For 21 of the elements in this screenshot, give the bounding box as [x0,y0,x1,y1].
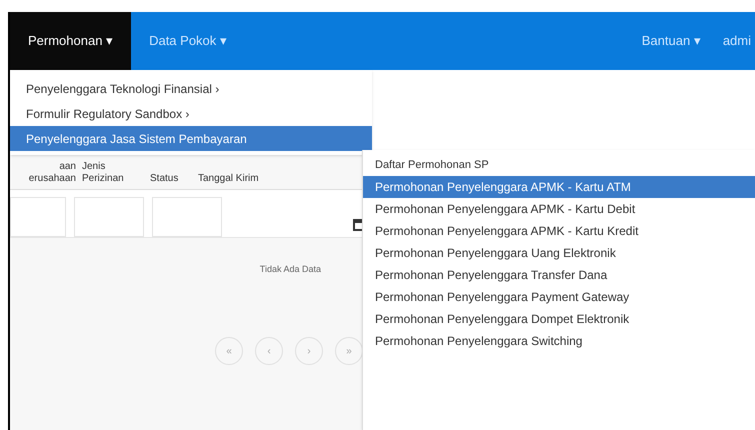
submenu-item[interactable]: Permohonan Penyelenggara Switching [363,330,755,352]
submenu-item[interactable]: Permohonan Penyelenggara APMK - Kartu Kredit [363,220,755,242]
column-header: Status [150,173,180,185]
nav-menu-item[interactable]: Permohonan ▾ [10,12,132,70]
column-header: aan erusahaan [28,161,76,185]
filter-input[interactable] [152,197,222,237]
filter-input[interactable] [74,197,144,237]
submenu-item[interactable]: Permohonan Penyelenggara APMK - Kartu ATM [363,176,755,198]
dropdown-item[interactable]: Formulir Regulatory Sandbox › [10,101,372,126]
submenu-item[interactable]: Permohonan Penyelenggara Transfer Dana [363,264,755,286]
submenu-item[interactable]: Permohonan Penyelenggara Payment Gateway [363,286,755,308]
submenu-header: Daftar Permohonan SP [374,158,490,173]
submenu-item[interactable]: Permohonan Penyelenggara APMK - Kartu Debit [363,198,755,220]
column-header: Tanggal Kirim [198,173,260,185]
dropdown-item[interactable]: Penyelenggara Teknologi Finansial › [10,76,372,101]
submenu-item[interactable]: Permohonan Penyelenggara Dompet Elektronik [363,308,755,330]
empty-message: Tidak Ada Data [260,263,321,276]
submenu-item[interactable]: Permohonan Penyelenggara Uang Elektronik [363,242,755,264]
column-header: Jenis Perizinan [82,161,125,185]
filter-input[interactable] [10,197,66,237]
dropdown-item[interactable]: Penyelenggara Jasa Sistem Pembayaran [10,126,372,151]
